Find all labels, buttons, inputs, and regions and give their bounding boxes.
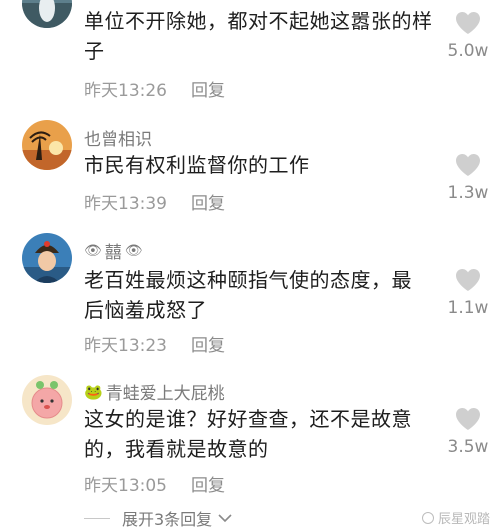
eye-emoji-icon: 👁 bbox=[84, 242, 102, 259]
comment-text: 单位不开除她，都对不起她这嚣张的样子 bbox=[84, 9, 433, 63]
avatar[interactable] bbox=[22, 375, 72, 425]
eye-emoji-icon: 👁 bbox=[124, 242, 143, 259]
like-count: 5.0w bbox=[447, 41, 489, 61]
frog-emoji-icon: 🐸 bbox=[84, 382, 103, 401]
like-button[interactable]: 3.5w bbox=[440, 407, 496, 457]
like-count: 1.1w bbox=[447, 298, 489, 318]
comment-text: 市民有权利监督你的工作 bbox=[84, 153, 310, 177]
reply-button[interactable]: 回复 bbox=[191, 476, 225, 496]
reply-button[interactable]: 回复 bbox=[191, 194, 225, 214]
comment-meta: 昨天13:26 回复 bbox=[84, 76, 225, 101]
comment-meta: 昨天13:05 回复 bbox=[84, 471, 225, 496]
avatar[interactable] bbox=[22, 120, 72, 170]
divider bbox=[84, 517, 110, 519]
like-count: 1.3w bbox=[447, 183, 489, 203]
watermark: 辰星观踏 bbox=[421, 508, 490, 527]
like-count: 3.5w bbox=[447, 437, 489, 457]
comment-text: 这女的是谁？好好查查，还不是故意的，我看就是故意的 bbox=[84, 407, 412, 461]
avatar[interactable] bbox=[22, 0, 72, 28]
watermark-logo-icon bbox=[421, 511, 434, 524]
username[interactable]: 🐸 青蛙爱上大屁桃 bbox=[84, 379, 225, 405]
like-button[interactable]: 1.1w bbox=[440, 268, 496, 318]
username[interactable]: 👁 囍 👁 bbox=[84, 238, 146, 264]
avatar[interactable] bbox=[22, 233, 72, 283]
comment-time: 昨天13:05 bbox=[84, 476, 167, 496]
expand-replies-label: 展开3条回复 bbox=[122, 510, 213, 529]
expand-replies-button[interactable]: 展开3条回复 bbox=[84, 506, 232, 530]
comment-meta: 昨天13:39 回复 bbox=[84, 189, 225, 214]
heart-icon bbox=[456, 12, 480, 34]
reply-button[interactable]: 回复 bbox=[191, 81, 225, 101]
comment-time: 昨天13:39 bbox=[84, 194, 167, 214]
comment-text: 老百姓最烦这种颐指气使的态度，最后恼羞成怒了 bbox=[84, 268, 412, 322]
reply-button[interactable]: 回复 bbox=[191, 336, 225, 356]
username[interactable]: 也曾相识 bbox=[84, 125, 152, 150]
comment-time: 昨天13:26 bbox=[84, 81, 167, 101]
comment-time: 昨天13:23 bbox=[84, 336, 167, 356]
comment-meta: 昨天13:23 回复 bbox=[84, 331, 225, 356]
like-button[interactable]: 5.0w bbox=[440, 11, 496, 61]
chevron-down-icon bbox=[218, 514, 232, 523]
heart-icon bbox=[456, 408, 480, 430]
heart-icon bbox=[456, 154, 480, 176]
heart-icon bbox=[456, 269, 480, 291]
like-button[interactable]: 1.3w bbox=[440, 153, 496, 203]
